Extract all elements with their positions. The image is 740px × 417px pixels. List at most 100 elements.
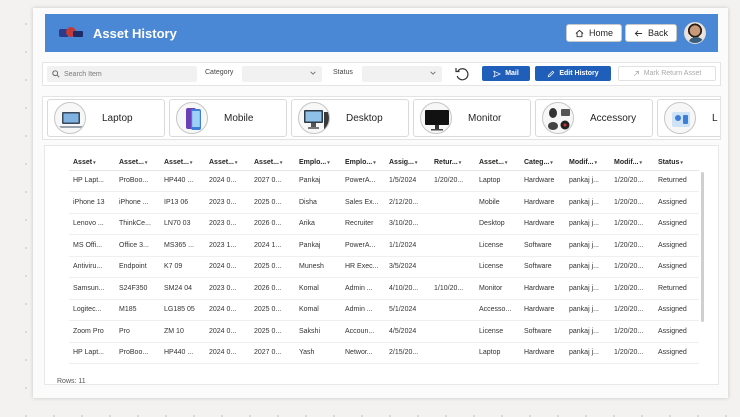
column-header-label: Modif... (569, 159, 594, 167)
table-cell: Munesh (295, 256, 341, 278)
table-row[interactable]: Antiviru... Endpoint K7 09 2024 0... 2025 0.… (69, 256, 699, 278)
table-row[interactable]: HP Lapt... ProBoo... HP440 ... 2024 0... 202… (69, 170, 699, 192)
table-cell: 1/20/20... (610, 256, 654, 278)
column-header[interactable]: Modif...▾ (565, 156, 610, 171)
table-cell: 1/20/20... (610, 191, 654, 214)
sort-chevron-icon: ▾ (189, 160, 193, 167)
table-cell: Software (520, 320, 565, 343)
table-row[interactable]: Zoom Pro Pro ZM 10 2024 0... 2025 0... Sakshi… (69, 320, 699, 343)
column-header[interactable]: Asset...▾ (475, 156, 520, 171)
license-icon (664, 102, 696, 134)
table-cell: iPhone ... (115, 191, 160, 214)
mail-button-label: Mail (505, 70, 519, 77)
table-cell: 2024 0... (205, 342, 250, 364)
table-cell: Komal (295, 277, 341, 300)
column-header[interactable]: Assig...▾ (385, 156, 430, 171)
table-cell: Software (520, 234, 565, 257)
table-cell: Pankaj (295, 234, 341, 257)
table-cell: 1/20/20... (430, 170, 475, 192)
table-cell: Samsun... (69, 277, 115, 300)
table-row[interactable]: Lenovo ... ThinkCe... LN70 03 2023 0... 2026… (69, 213, 699, 235)
column-header[interactable]: Emplo...▾ (341, 156, 385, 171)
table-row[interactable]: Samsun... S24F350 SM24 04 2023 0... 2026 0..… (69, 277, 699, 300)
category-dropdown[interactable] (242, 66, 322, 82)
sort-chevron-icon: ▾ (594, 160, 598, 167)
category-card-desktop[interactable]: Desktop (291, 99, 409, 137)
column-header-label: Asset (73, 159, 93, 167)
table-row[interactable]: Logitec... M185 LG185 05 2024 0... 2025 0...… (69, 299, 699, 321)
search-input[interactable]: Search Item (47, 66, 197, 82)
status-dropdown[interactable] (362, 66, 442, 82)
table-cell: pankaj j... (565, 342, 610, 364)
table-cell: 2025 0... (250, 191, 295, 214)
sort-chevron-icon: ▾ (550, 160, 553, 167)
column-header[interactable]: Asset...▾ (115, 156, 160, 171)
category-card-laptop[interactable]: Laptop (47, 99, 165, 137)
table-cell: 2025 0... (250, 320, 295, 343)
column-header[interactable]: Asset...▾ (250, 156, 295, 171)
table-cell: Recruiter (341, 213, 385, 235)
table-row[interactable]: iPhone 13 iPhone ... IP13 06 2023 0... 2025 … (69, 191, 699, 214)
column-header[interactable]: Modif...▾ (610, 156, 654, 171)
column-header[interactable]: Retur...▾ (430, 156, 475, 171)
table-cell: Mobile (475, 191, 520, 214)
table-row[interactable]: MS Offi... Office 3... MS365 ... 2023 1... 2… (69, 234, 699, 257)
table-cell: 2024 1... (250, 234, 295, 257)
table-cell: Networ... (341, 342, 385, 364)
table-cell: LG185 05 (160, 299, 205, 321)
table-cell: Laptop (475, 170, 520, 192)
column-header[interactable]: Emplo...▾ (295, 156, 341, 171)
column-header[interactable]: Status▾ (654, 156, 699, 171)
table-cell: Returned (654, 170, 699, 192)
table-cell: Assigned (654, 256, 699, 278)
table-cell: PowerA... (341, 234, 385, 257)
back-button[interactable]: Back (625, 24, 678, 42)
table-cell: Lenovo ... (69, 213, 115, 235)
table-cell: 2023 1... (205, 234, 250, 257)
category-card-monitor[interactable]: Monitor (413, 99, 531, 137)
table-cell: 2023 0... (205, 191, 250, 214)
table-cell: 1/20/20... (610, 320, 654, 343)
mail-button[interactable]: Mail (482, 66, 530, 81)
column-header[interactable]: Asset▾ (69, 156, 115, 171)
edit-icon (548, 70, 555, 77)
column-header[interactable]: Asset...▾ (160, 156, 205, 171)
table-cell: 5/1/2024 (385, 299, 430, 321)
table-cell: ZM 10 (160, 320, 205, 343)
table-cell: 4/10/20... (385, 277, 430, 300)
home-button[interactable]: Home (566, 24, 623, 42)
table-cell: Antiviru... (69, 256, 115, 278)
arrow-up-right-icon (633, 71, 639, 76)
reset-filters-button[interactable] (453, 64, 471, 84)
mark-return-asset-button[interactable]: Mark Return Asset (618, 66, 716, 81)
sort-chevron-icon: ▾ (279, 160, 283, 167)
category-card-accessory[interactable]: Accessory (535, 99, 653, 137)
category-card-mobile[interactable]: Mobile (169, 99, 287, 137)
column-header[interactable]: Asset...▾ (205, 156, 250, 171)
category-label: L (712, 112, 718, 124)
category-card-license[interactable]: L (657, 99, 720, 137)
user-avatar[interactable] (684, 22, 706, 44)
sort-chevron-icon: ▾ (373, 160, 376, 167)
table-cell: 2/15/20... (385, 342, 430, 364)
table-cell: SM24 04 (160, 277, 205, 300)
sort-chevron-icon: ▾ (680, 160, 683, 167)
table-cell: 2/12/20... (385, 191, 430, 214)
table-cell: 2024 0... (205, 256, 250, 278)
table-scrollbar[interactable] (701, 172, 704, 322)
table-cell: S24F350 (115, 277, 160, 300)
table-cell: HR Exec... (341, 256, 385, 278)
column-header[interactable]: Categ...▾ (520, 156, 565, 171)
table-cell: Returned (654, 277, 699, 300)
table-cell: Hardware (520, 342, 565, 364)
accessory-icon (542, 102, 574, 134)
chevron-down-icon (310, 71, 316, 75)
table-cell: 2024 0... (205, 299, 250, 321)
status-filter-label: Status (333, 69, 353, 76)
search-icon (52, 70, 60, 78)
column-header-label: Asset... (254, 159, 279, 167)
table-row[interactable]: HP Lapt... ProBoo... HP440 ... 2024 0... 202… (69, 342, 699, 364)
table-cell: 2023 0... (205, 213, 250, 235)
column-header-label: Emplo... (345, 159, 373, 167)
edit-history-button[interactable]: Edit History (535, 66, 611, 81)
